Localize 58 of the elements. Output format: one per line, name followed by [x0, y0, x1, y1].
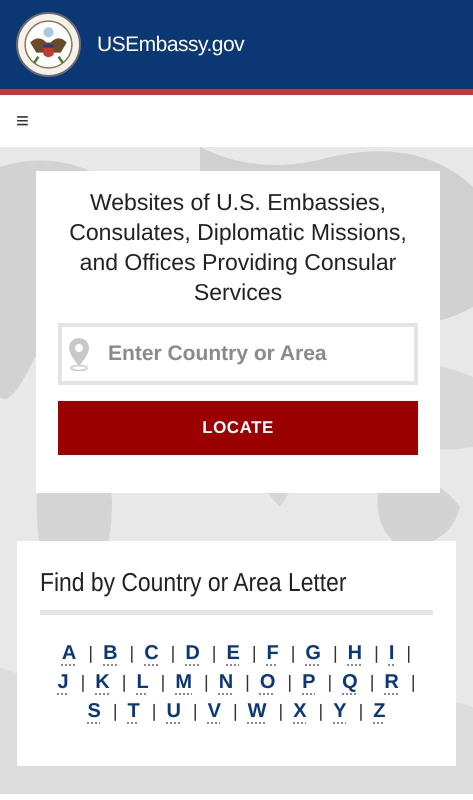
letter-link[interactable]: P — [302, 668, 316, 697]
separator: | — [112, 700, 118, 723]
letter-link[interactable]: X — [293, 697, 307, 726]
separator: | — [290, 642, 296, 665]
separator: | — [122, 671, 126, 694]
letter-link[interactable]: U — [166, 697, 181, 726]
separator: | — [152, 700, 156, 723]
letter-link[interactable]: A — [62, 639, 76, 668]
separator: | — [278, 700, 284, 723]
letter-link[interactable]: G — [305, 639, 321, 668]
separator: | — [192, 700, 198, 723]
separator: | — [287, 671, 292, 694]
letter-link[interactable]: M — [175, 668, 192, 697]
locate-button[interactable]: LOCATE — [58, 401, 418, 455]
site-title[interactable]: USEmbassy.gov — [97, 28, 244, 60]
separator: | — [252, 642, 257, 665]
separator: | — [212, 642, 216, 665]
letter-link[interactable]: I — [388, 639, 394, 668]
letter-link[interactable]: J — [57, 668, 69, 697]
letter-link[interactable]: O — [260, 668, 276, 697]
letter-link[interactable]: Q — [342, 668, 358, 697]
letter-link[interactable]: B — [103, 639, 118, 668]
letter-link[interactable]: N — [218, 668, 234, 697]
letter-link[interactable]: L — [136, 668, 149, 697]
country-search-field[interactable]: Enter Country or Area — [58, 323, 418, 385]
letter-link[interactable]: T — [128, 697, 140, 726]
search-heading: Websites of U.S. Embassies, Consulates, Diplomatic Missions, and Offices Providing Consular Services — [68, 188, 408, 307]
separator: | — [332, 642, 338, 665]
separator: | — [370, 671, 374, 694]
separator: | — [88, 642, 94, 665]
separator: | — [130, 642, 134, 665]
separator: | — [406, 642, 412, 665]
separator: | — [232, 700, 238, 723]
letter-link[interactable]: S — [88, 697, 101, 726]
menu-icon[interactable]: ≡ — [16, 110, 29, 132]
separator: | — [410, 671, 416, 694]
letter-link[interactable]: C — [144, 639, 159, 668]
letter-link[interactable]: V — [208, 697, 221, 726]
letter-link[interactable]: R — [384, 668, 399, 697]
letter-link[interactable]: H — [348, 639, 362, 668]
separator: | — [318, 700, 324, 723]
letter-link[interactable]: E — [226, 639, 240, 668]
separator: | — [358, 700, 364, 723]
separator: | — [170, 642, 176, 665]
letter-link[interactable]: D — [185, 639, 200, 668]
letters-heading: Find by Country or Area Letter — [40, 566, 348, 599]
separator: | — [327, 671, 332, 694]
separator: | — [160, 671, 166, 694]
letter-link[interactable]: W — [248, 697, 267, 726]
separator: | — [80, 671, 86, 694]
separator: | — [204, 671, 209, 694]
letter-link[interactable]: Y — [333, 697, 347, 726]
seal-icon — [16, 12, 81, 77]
letter-link[interactable]: K — [95, 668, 110, 697]
letter-link[interactable]: Z — [373, 697, 386, 726]
letter-link[interactable]: F — [266, 639, 279, 668]
separator: | — [374, 642, 379, 665]
separator: | — [245, 671, 250, 694]
